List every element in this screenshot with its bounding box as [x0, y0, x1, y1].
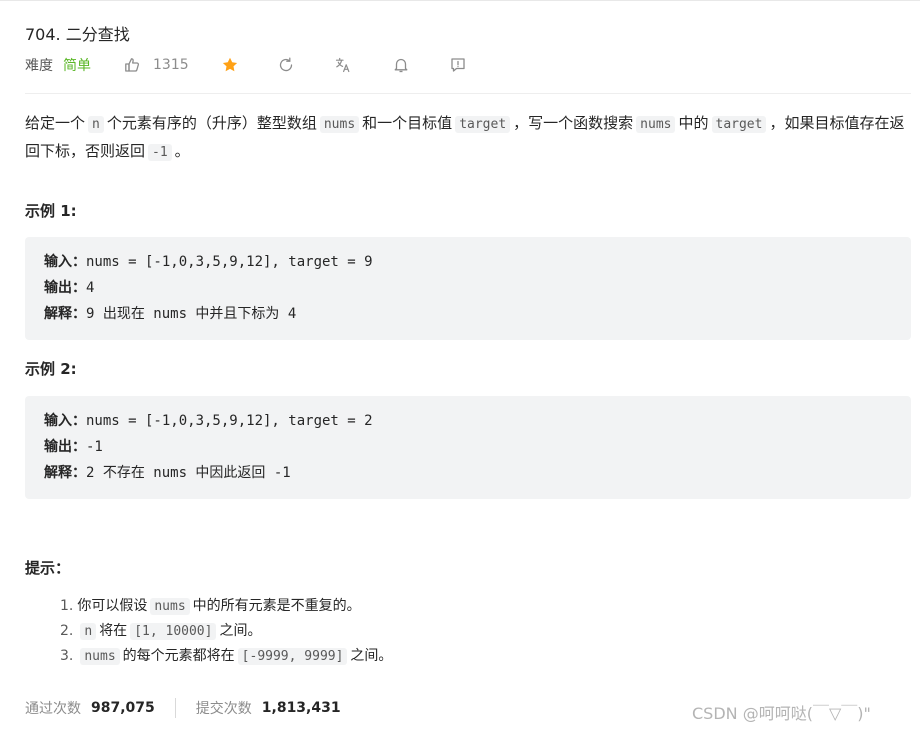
submitted-count: 1,813,431 [261, 700, 341, 716]
inline-code: target [711, 116, 767, 133]
list-item: 3. nums 的每个元素都将在 [-9999, 9999] 之间。 [60, 644, 392, 669]
example-2-heading: 示例 2: [25, 360, 77, 378]
inline-code: nums [636, 116, 676, 133]
stats-divider [174, 698, 176, 718]
example-explain-row: 解释：2 不存在 nums 中因此返回 -1 [44, 460, 892, 486]
explain-label: 解释： [44, 465, 86, 481]
example-2-block: 输入：nums = [-1,0,3,5,9,12], target = 2 输出… [25, 396, 911, 499]
example-explanation: 9 出现在 nums 中并且下标为 4 [86, 306, 297, 322]
star-icon[interactable] [221, 56, 239, 74]
statement-text: 给定一个 [25, 114, 86, 132]
example-1-heading: 示例 1: [25, 202, 77, 220]
example-explain-row: 解释：9 出现在 nums 中并且下标为 4 [44, 301, 892, 327]
inline-code: n [80, 623, 97, 640]
inline-code: nums [80, 648, 120, 665]
example-explanation: 2 不存在 nums 中因此返回 -1 [86, 465, 291, 481]
problem-title: 704. 二分查找 [25, 25, 130, 44]
input-label: 输入： [44, 413, 86, 429]
inline-code: n [88, 116, 104, 133]
inline-code: target [455, 116, 511, 133]
explain-label: 解释： [44, 306, 86, 322]
example-input: nums = [-1,0,3,5,9,12], target = 9 [86, 254, 373, 270]
output-label: 输出： [44, 280, 86, 296]
inline-code: -1 [148, 144, 172, 161]
refresh-icon[interactable] [277, 56, 295, 74]
example-output-row: 输出：-1 [44, 434, 892, 460]
top-border [0, 0, 920, 1]
list-number: 1. [60, 598, 74, 614]
list-number: 3. [60, 648, 74, 664]
tips-list: 1. 你可以假设 nums 中的所有元素是不重复的。 2. n 将在 [1, 10000] 之… [60, 594, 392, 669]
example-1-block: 输入：nums = [-1,0,3,5,9,12], target = 9 输出… [25, 237, 911, 340]
submitted-label: 提交次数 [195, 701, 252, 717]
divider [25, 93, 911, 94]
tip-text: 你可以假设 [77, 598, 148, 614]
tip-text: 的每个元素都将在 [122, 648, 235, 664]
statement-text: 。 [174, 142, 190, 160]
bell-icon[interactable] [392, 56, 410, 74]
example-output-row: 输出：4 [44, 275, 892, 301]
statement-text: 中的 [678, 114, 709, 132]
inline-code: [-9999, 9999] [237, 648, 348, 665]
tip-text: 中的所有元素是不重复的。 [192, 598, 361, 614]
statement-text: 个元素有序的（升序）整型数组 [106, 114, 317, 132]
list-item: 2. n 将在 [1, 10000] 之间。 [60, 619, 392, 644]
difficulty-badge: 简单 [63, 58, 91, 74]
problem-statement: 给定一个 n 个元素有序的（升序）整型数组 nums 和一个目标值 target ，写一个函… [25, 110, 911, 166]
list-number: 2. [60, 623, 74, 639]
output-label: 输出： [44, 439, 86, 455]
tips-heading: 提示： [25, 559, 71, 577]
example-output: -1 [86, 439, 103, 455]
difficulty-label: 难度 [25, 58, 53, 74]
problem-meta-bar: 难度 简单 1315 [25, 54, 467, 76]
thumbs-up-icon[interactable] [123, 56, 141, 74]
example-input: nums = [-1,0,3,5,9,12], target = 2 [86, 413, 373, 429]
inline-code: [1, 10000] [130, 623, 217, 640]
statement-text: ，写一个函数搜索 [513, 114, 634, 132]
accepted-label: 通过次数 [25, 701, 81, 717]
example-output: 4 [86, 280, 95, 296]
example-input-row: 输入：nums = [-1,0,3,5,9,12], target = 9 [44, 249, 892, 275]
tip-text: 之间。 [219, 623, 262, 639]
statement-text: 和一个目标值 [362, 114, 453, 132]
like-count: 1315 [153, 57, 189, 73]
inline-code: nums [319, 116, 360, 133]
tip-text: 将在 [99, 623, 128, 639]
submission-stats: 通过次数 987,075 提交次数 1,813,431 [25, 697, 341, 719]
list-item: 1. 你可以假设 nums 中的所有元素是不重复的。 [60, 594, 392, 619]
accepted-count: 987,075 [91, 700, 155, 716]
input-label: 输入： [44, 254, 86, 270]
example-input-row: 输入：nums = [-1,0,3,5,9,12], target = 2 [44, 408, 892, 434]
tip-text: 之间。 [350, 648, 393, 664]
translate-icon[interactable] [334, 56, 352, 74]
feedback-icon[interactable] [449, 56, 467, 74]
inline-code: nums [150, 598, 190, 615]
csdn-watermark: CSDN @呵呵哒(￣▽￣)" [692, 704, 871, 723]
